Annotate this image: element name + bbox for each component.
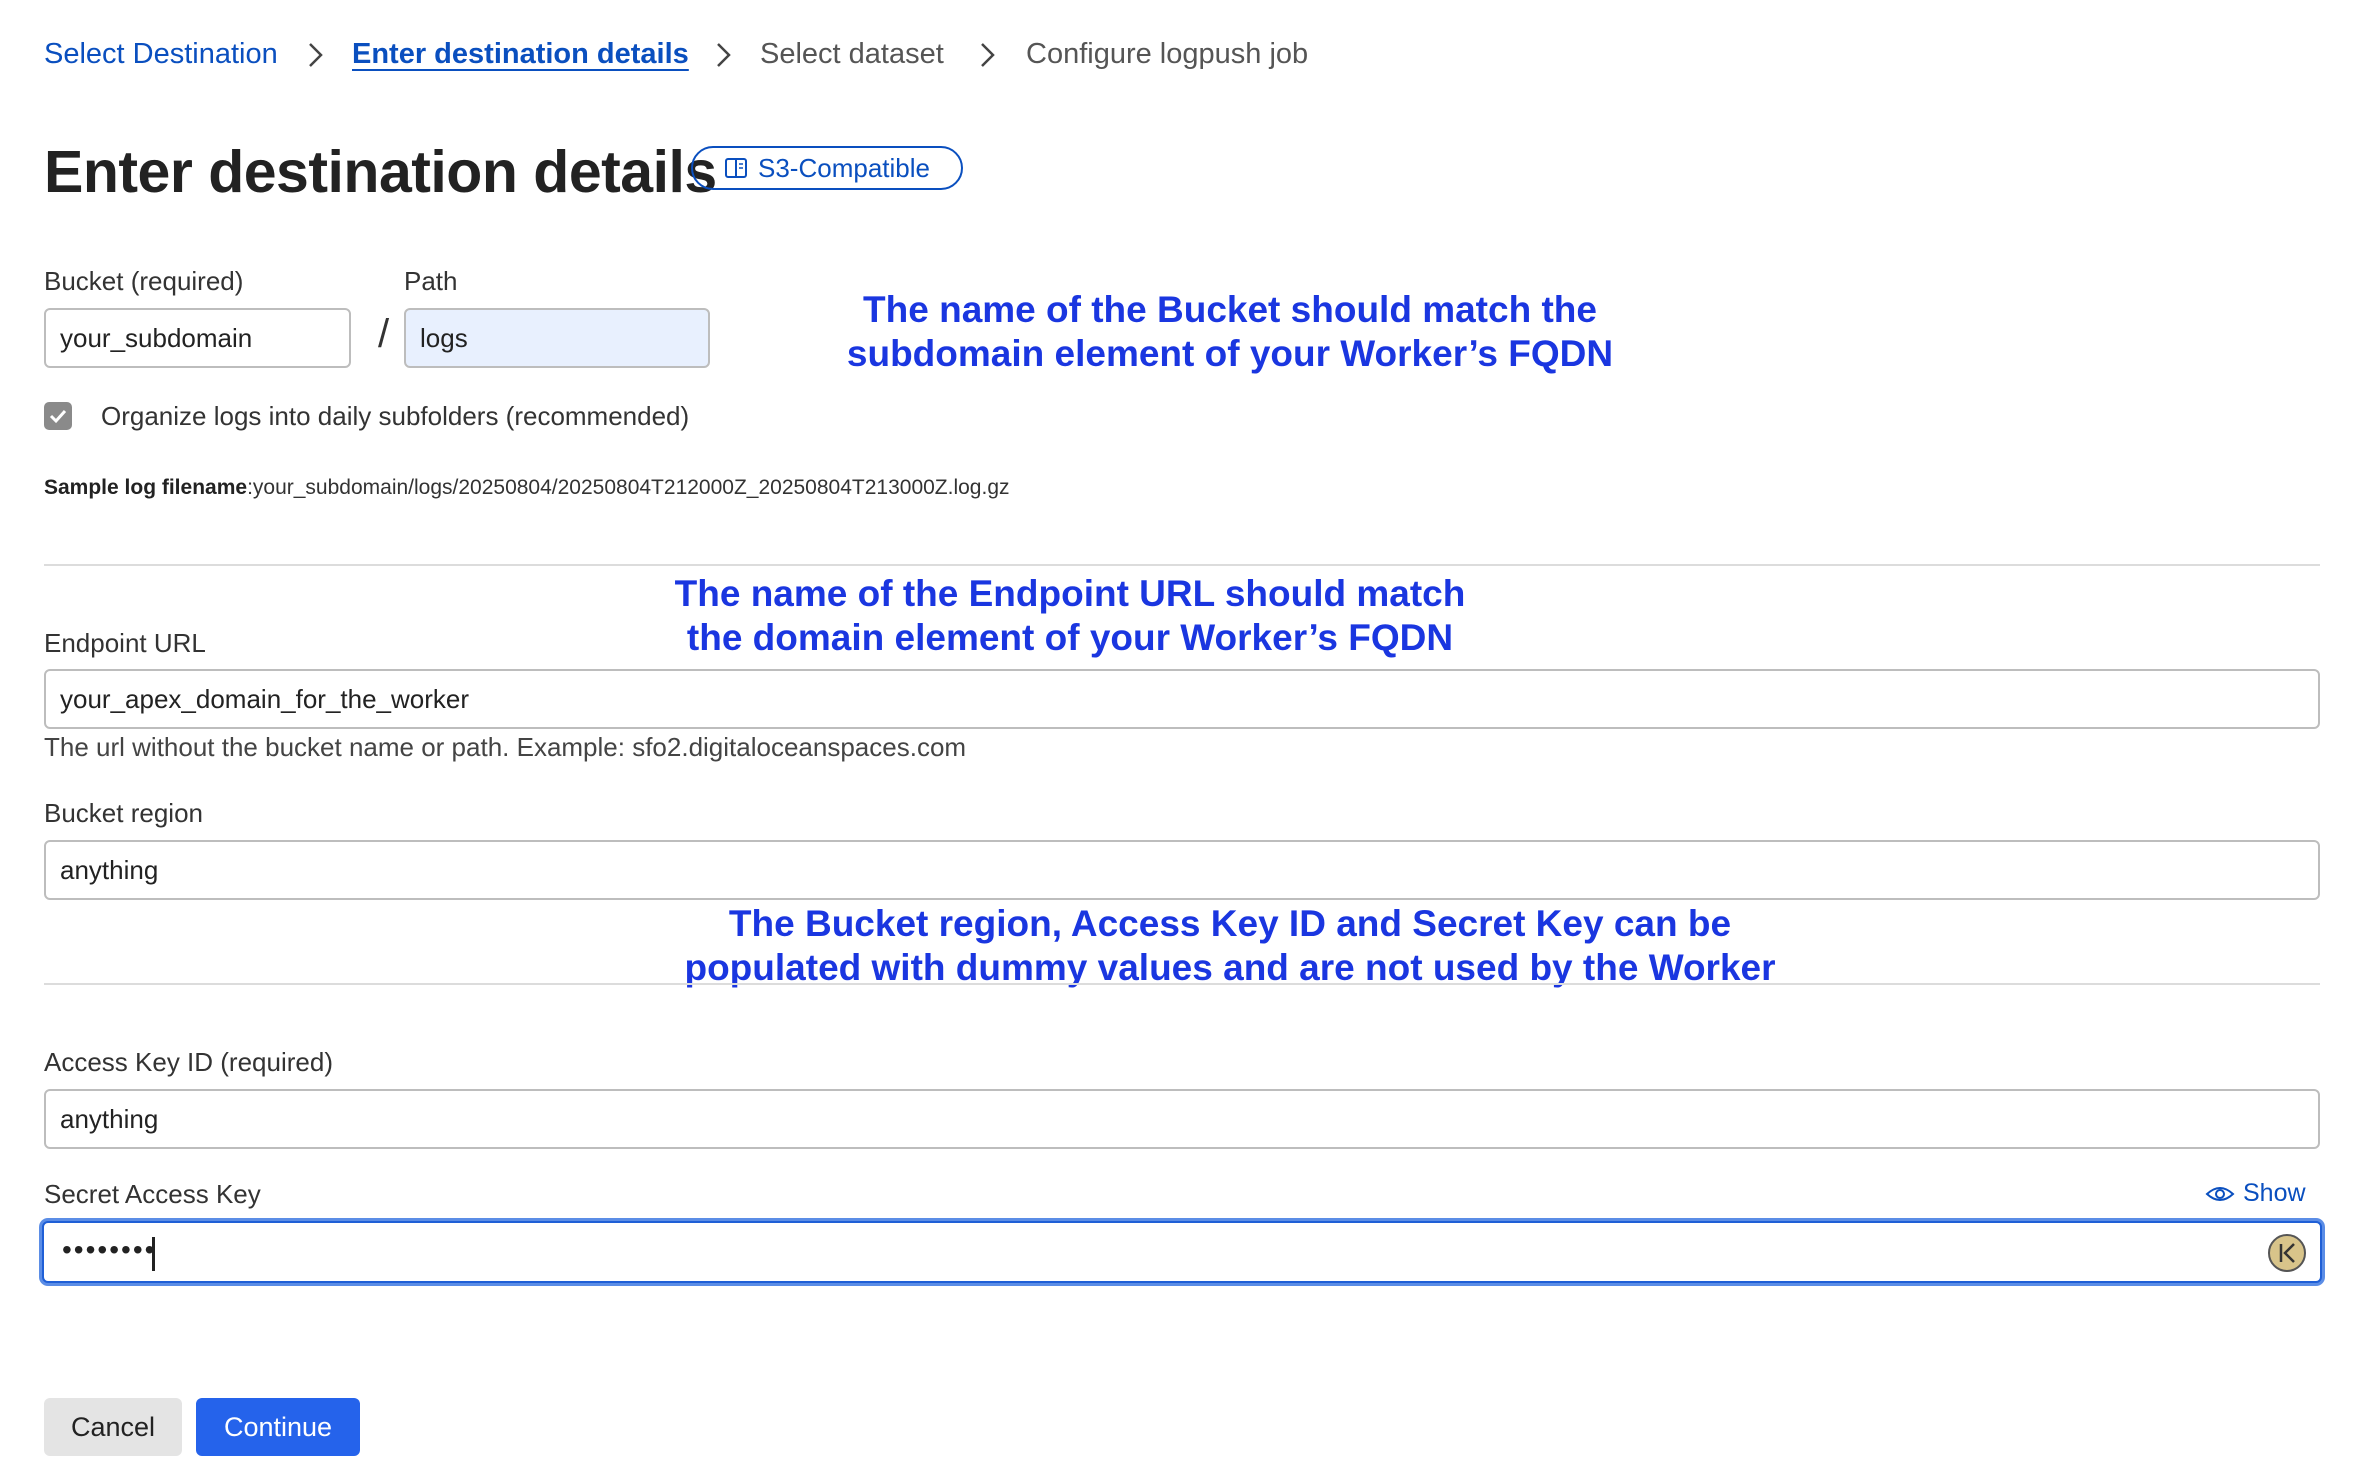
secret-access-key-input[interactable]: •••••••• [42, 1221, 2322, 1283]
access-key-id-label: Access Key ID (required) [44, 1047, 333, 1077]
continue-button[interactable]: Continue [196, 1398, 360, 1456]
annotation-region-line1: The Bucket region, Access Key ID and Sec… [728, 903, 1732, 944]
annotation-region: The Bucket region, Access Key ID and Sec… [630, 902, 1830, 990]
path-separator: / [378, 312, 390, 356]
access-key-id-input[interactable] [44, 1089, 2320, 1149]
endpoint-url-label: Endpoint URL [44, 628, 206, 658]
breadcrumb-configure-logpush-job: Configure logpush job [1026, 38, 1309, 70]
breadcrumb-select-destination[interactable]: Select Destination [44, 34, 278, 74]
sample-log-filename-label: Sample log filename [44, 476, 248, 499]
bucket-region-input[interactable] [44, 840, 2320, 900]
book-icon [725, 158, 747, 178]
path-label: Path [404, 266, 458, 296]
eye-icon [2205, 1186, 2235, 1201]
secret-access-key-masked-value: •••••••• [62, 1234, 157, 1265]
s3-compatible-badge[interactable]: S3-Compatible [691, 146, 963, 190]
path-input[interactable] [404, 308, 710, 368]
section-divider [44, 983, 2320, 985]
annotation-endpoint: The name of the Endpoint URL should matc… [600, 572, 1540, 660]
keeper-icon[interactable] [2268, 1234, 2306, 1272]
annotation-endpoint-line1: The name of the Endpoint URL should matc… [674, 573, 1466, 614]
section-divider [44, 564, 2320, 566]
chevron-right-icon [309, 43, 323, 67]
show-secret-button[interactable]: Show [2205, 1179, 2306, 1208]
endpoint-url-help: The url without the bucket name or path.… [44, 732, 967, 762]
sample-log-filename: Sample log filename:your_subdomain/logs/… [44, 476, 1010, 500]
breadcrumb-enter-destination-details: Enter destination details [352, 38, 689, 70]
sample-log-filename-value: :your_subdomain/logs/20250804/20250804T2… [247, 476, 1010, 499]
endpoint-url-input[interactable] [44, 669, 2320, 729]
checkmark-icon [49, 409, 67, 424]
annotation-endpoint-line2: the domain element of your Worker’s FQDN [686, 617, 1454, 658]
bucket-label: Bucket (required) [44, 266, 244, 296]
daily-subfolders-checkbox[interactable] [44, 402, 72, 430]
daily-subfolders-label[interactable]: Organize logs into daily subfolders (rec… [101, 400, 689, 432]
keeper-logo [2279, 1243, 2295, 1263]
cancel-button[interactable]: Cancel [44, 1398, 182, 1456]
annotation-bucket-line2: subdomain element of your Worker’s FQDN [846, 333, 1614, 374]
secret-access-key-label: Secret Access Key [44, 1179, 261, 1209]
annotation-bucket-line1: The name of the Bucket should match the [863, 289, 1597, 330]
chevron-right-icon [981, 43, 995, 67]
text-caret [152, 1237, 155, 1271]
badge-label: S3-Compatible [758, 152, 930, 183]
show-secret-label: Show [2243, 1179, 2306, 1207]
annotation-bucket: The name of the Bucket should match the … [790, 288, 1670, 376]
breadcrumb-select-dataset: Select dataset [760, 38, 944, 70]
bucket-region-label: Bucket region [44, 798, 203, 828]
chevron-right-icon [717, 43, 731, 67]
bucket-input[interactable] [44, 308, 351, 368]
page-title: Enter destination details [44, 139, 717, 205]
